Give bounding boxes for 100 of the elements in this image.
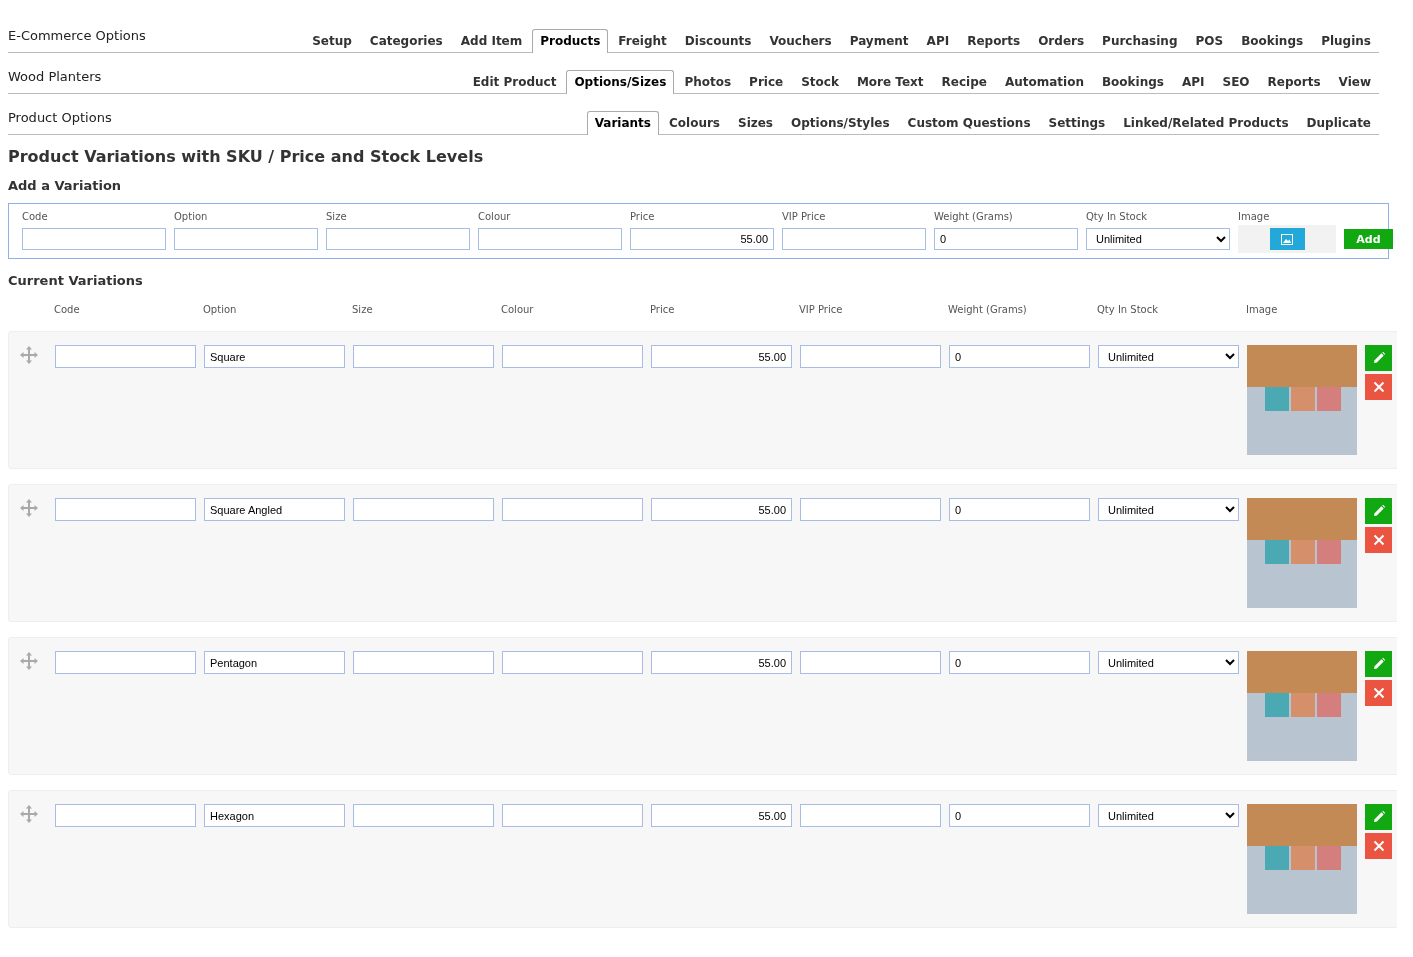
size-input[interactable] — [353, 345, 494, 368]
nav-tab[interactable]: View — [1330, 70, 1379, 93]
code-input[interactable] — [55, 498, 196, 521]
delete-button[interactable] — [1365, 527, 1392, 553]
nav-tab[interactable]: Bookings — [1093, 70, 1172, 93]
nav-tab[interactable]: Options/Styles — [783, 111, 898, 134]
nav-tab[interactable]: POS — [1187, 29, 1232, 52]
nav-tab[interactable]: API — [1173, 70, 1213, 93]
move-icon[interactable] — [19, 498, 39, 518]
nav-tab[interactable]: Reports — [1259, 70, 1329, 93]
code-input[interactable] — [55, 651, 196, 674]
size-input[interactable] — [326, 228, 470, 250]
colour-input[interactable] — [502, 345, 643, 368]
stock-dropdown[interactable]: Unlimited — [1098, 804, 1239, 827]
nav-tab[interactable]: Options/Sizes — [566, 70, 675, 94]
image-icon — [1281, 233, 1293, 245]
size-input[interactable] — [353, 651, 494, 674]
option-input[interactable]: Square Angled — [204, 498, 345, 521]
nav-tab[interactable]: Duplicate — [1298, 111, 1379, 134]
nav-tab[interactable]: Linked/Related Products — [1115, 111, 1297, 134]
section-label: Wood Planters — [8, 68, 102, 86]
vip-price-input[interactable] — [800, 651, 941, 674]
nav-tab[interactable]: Automation — [996, 70, 1092, 93]
nav-tab[interactable]: Categories — [361, 29, 451, 52]
move-icon[interactable] — [19, 651, 39, 671]
colour-input[interactable] — [502, 498, 643, 521]
nav-tab[interactable]: Colours — [660, 111, 728, 134]
nav-tab[interactable]: Orders — [1030, 29, 1093, 52]
nav-tab[interactable]: Purchasing — [1094, 29, 1186, 52]
delete-button[interactable] — [1365, 680, 1392, 706]
colour-input[interactable] — [502, 804, 643, 827]
nav-tab[interactable]: Plugins — [1313, 29, 1379, 52]
edit-button[interactable] — [1365, 804, 1392, 830]
nav-tab[interactable]: Products — [532, 29, 609, 53]
delete-button[interactable] — [1365, 833, 1392, 859]
nav-tab[interactable]: API — [918, 29, 958, 52]
code-input[interactable] — [55, 345, 196, 368]
move-icon[interactable] — [19, 804, 39, 824]
size-input[interactable] — [353, 498, 494, 521]
code-input[interactable] — [22, 228, 166, 250]
column-header: Option — [203, 304, 238, 315]
nav-tab[interactable]: More Text — [848, 70, 932, 93]
column-header: Option — [174, 210, 209, 222]
move-icon[interactable] — [19, 345, 39, 365]
vip-price-input[interactable] — [782, 228, 926, 250]
nav-tab[interactable]: Edit Product — [464, 70, 565, 93]
size-input[interactable] — [353, 804, 494, 827]
column-header: Colour — [478, 210, 512, 222]
section-label: E-Commerce Options — [8, 27, 146, 45]
option-input[interactable]: Pentagon — [204, 651, 345, 674]
nav-tab[interactable]: Freight — [610, 29, 675, 52]
nav-tab[interactable]: SEO — [1214, 70, 1258, 93]
nav-tab[interactable]: Discounts — [676, 29, 760, 52]
vip-price-input[interactable] — [800, 498, 941, 521]
stock-dropdown[interactable]: Unlimited — [1098, 345, 1239, 368]
nav-tab[interactable]: Payment — [841, 29, 917, 52]
price-input[interactable]: 55.00 — [630, 228, 774, 250]
column-header: Size — [352, 304, 374, 315]
column-header: Colour — [501, 304, 535, 315]
nav-tab[interactable]: Settings — [1040, 111, 1114, 134]
nav-tab[interactable]: Vouchers — [761, 29, 840, 52]
option-input[interactable]: Square — [204, 345, 345, 368]
weight-input[interactable]: 0 — [949, 804, 1090, 827]
weight-input[interactable]: 0 — [949, 345, 1090, 368]
vip-price-input[interactable] — [800, 804, 941, 827]
code-input[interactable] — [55, 804, 196, 827]
edit-button[interactable] — [1365, 651, 1392, 677]
nav-tab[interactable]: Bookings — [1233, 29, 1312, 52]
nav-tab[interactable]: Price — [741, 70, 792, 93]
column-header: VIP Price — [799, 304, 844, 315]
section-heading: Current Variations — [8, 273, 144, 288]
nav-tab[interactable]: Variants — [586, 111, 659, 135]
vip-price-input[interactable] — [800, 345, 941, 368]
nav-tab[interactable]: Custom Questions — [899, 111, 1039, 134]
nav-tab[interactable]: Setup — [304, 29, 360, 52]
delete-button[interactable] — [1365, 374, 1392, 400]
colour-input[interactable] — [502, 651, 643, 674]
colour-input[interactable] — [478, 228, 622, 250]
option-input[interactable] — [174, 228, 318, 250]
nav-tab[interactable]: Sizes — [730, 111, 781, 134]
nav-tab[interactable]: Recipe — [933, 70, 995, 93]
nav-tab[interactable]: Stock — [793, 70, 847, 93]
stock-dropdown[interactable]: Unlimited — [1098, 651, 1239, 674]
image-upload-button[interactable] — [1269, 228, 1305, 250]
weight-input[interactable]: 0 — [949, 651, 1090, 674]
weight-input[interactable]: 0 — [934, 228, 1078, 250]
price-input[interactable]: 55.00 — [651, 651, 792, 674]
price-input[interactable]: 55.00 — [651, 498, 792, 521]
edit-button[interactable] — [1365, 345, 1392, 371]
nav-tab[interactable]: Photos — [676, 70, 740, 93]
edit-button[interactable] — [1365, 498, 1392, 524]
page-title: Product Variations with SKU / Price and Stock Levels — [8, 147, 485, 166]
price-input[interactable]: 55.00 — [651, 804, 792, 827]
nav-tab[interactable]: Add Item — [452, 29, 531, 52]
weight-input[interactable]: 0 — [949, 498, 1090, 521]
nav-tab[interactable]: Reports — [959, 29, 1029, 52]
stock-dropdown[interactable]: Unlimited — [1098, 498, 1239, 521]
price-input[interactable]: 55.00 — [651, 345, 792, 368]
option-input[interactable]: Hexagon — [204, 804, 345, 827]
stock-dropdown[interactable]: Unlimited — [1086, 228, 1230, 250]
